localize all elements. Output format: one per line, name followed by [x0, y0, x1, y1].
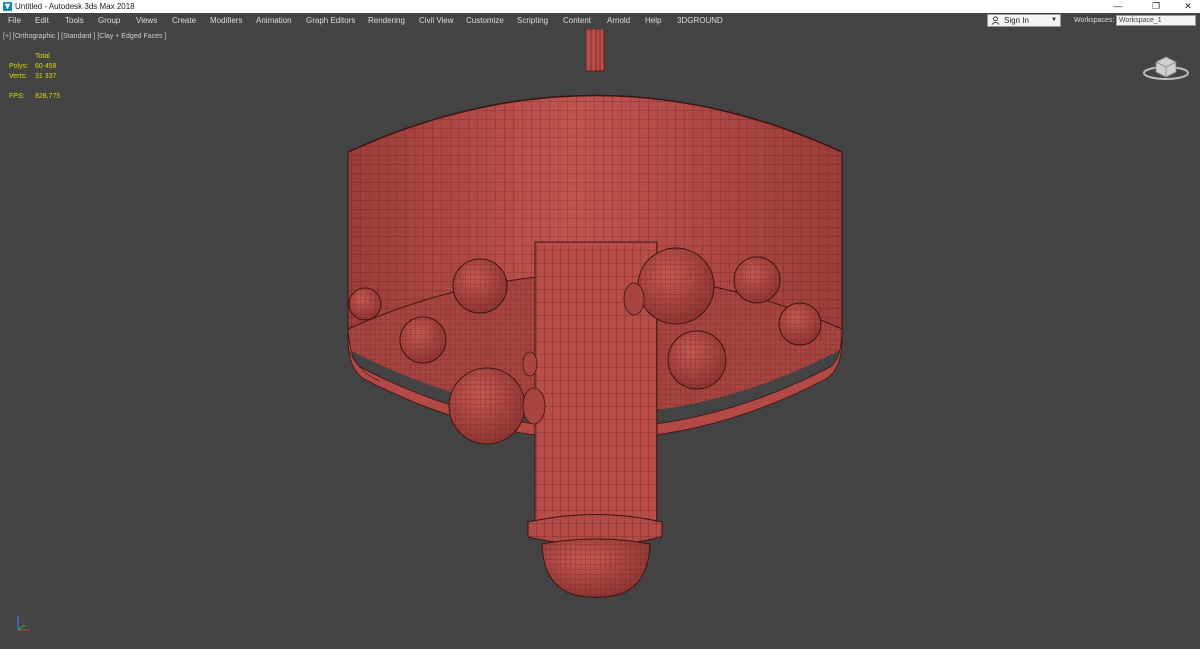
- viewport-label[interactable]: [+] [Orthographic ] [Standard ] [Clay + …: [3, 33, 166, 40]
- menu-create[interactable]: Create: [172, 13, 196, 29]
- menu-tools[interactable]: Tools: [65, 13, 84, 29]
- menu-customize[interactable]: Customize: [466, 13, 504, 29]
- stats-verts-value: 31 337: [35, 73, 57, 80]
- stats-polys-value: 60 458: [35, 63, 57, 70]
- title-bar: Untitled - Autodesk 3ds Max 2018 — ❐ ✕: [0, 0, 1200, 13]
- window-title: Untitled - Autodesk 3ds Max 2018: [15, 2, 135, 11]
- rod: [585, 29, 605, 72]
- maximize-button[interactable]: ❐: [1148, 0, 1164, 13]
- stats-polys-label: Polys:: [9, 63, 29, 70]
- minimize-button[interactable]: —: [1110, 0, 1126, 13]
- menu-views[interactable]: Views: [136, 13, 157, 29]
- workspace-select[interactable]: Workspace_1: [1116, 15, 1196, 26]
- menu-arnold[interactable]: Arnold: [607, 13, 630, 29]
- stats-fps-label: FPS:: [9, 93, 25, 100]
- close-button[interactable]: ✕: [1180, 0, 1196, 13]
- stats-total-label: Total: [35, 53, 50, 60]
- scene-model: [347, 29, 843, 598]
- chevron-down-icon: ▼: [1051, 17, 1057, 23]
- sign-in-label: Sign In: [1004, 16, 1029, 25]
- sign-in-dropdown[interactable]: Sign In ▼: [987, 14, 1061, 27]
- stats-fps-value: 828,775: [35, 93, 61, 100]
- menu-graph-editors[interactable]: Graph Editors: [306, 13, 355, 29]
- menu-help[interactable]: Help: [645, 13, 661, 29]
- stats-verts-label: Verts:: [9, 73, 27, 80]
- menu-3dground[interactable]: 3DGROUND: [677, 13, 723, 29]
- menu-civil-view[interactable]: Civil View: [419, 13, 454, 29]
- viewport[interactable]: [+] [Orthographic ] [Standard ] [Clay + …: [0, 29, 1200, 649]
- menu-scripting[interactable]: Scripting: [517, 13, 548, 29]
- viewcube-icon[interactable]: [1142, 52, 1190, 82]
- user-icon: [991, 16, 1000, 25]
- menu-file[interactable]: File: [8, 13, 21, 29]
- menu-modifiers[interactable]: Modifiers: [210, 13, 242, 29]
- menu-rendering[interactable]: Rendering: [368, 13, 405, 29]
- menu-group[interactable]: Group: [98, 13, 120, 29]
- 3dsmax-app-icon: [3, 2, 12, 11]
- menu-edit[interactable]: Edit: [35, 13, 49, 29]
- workspaces-label: Workspaces:: [1074, 17, 1115, 24]
- menu-content[interactable]: Content: [563, 13, 591, 29]
- axis-tripod-icon: [17, 616, 30, 631]
- workspace-value: Workspace_1: [1119, 17, 1162, 24]
- menu-animation[interactable]: Animation: [256, 13, 292, 29]
